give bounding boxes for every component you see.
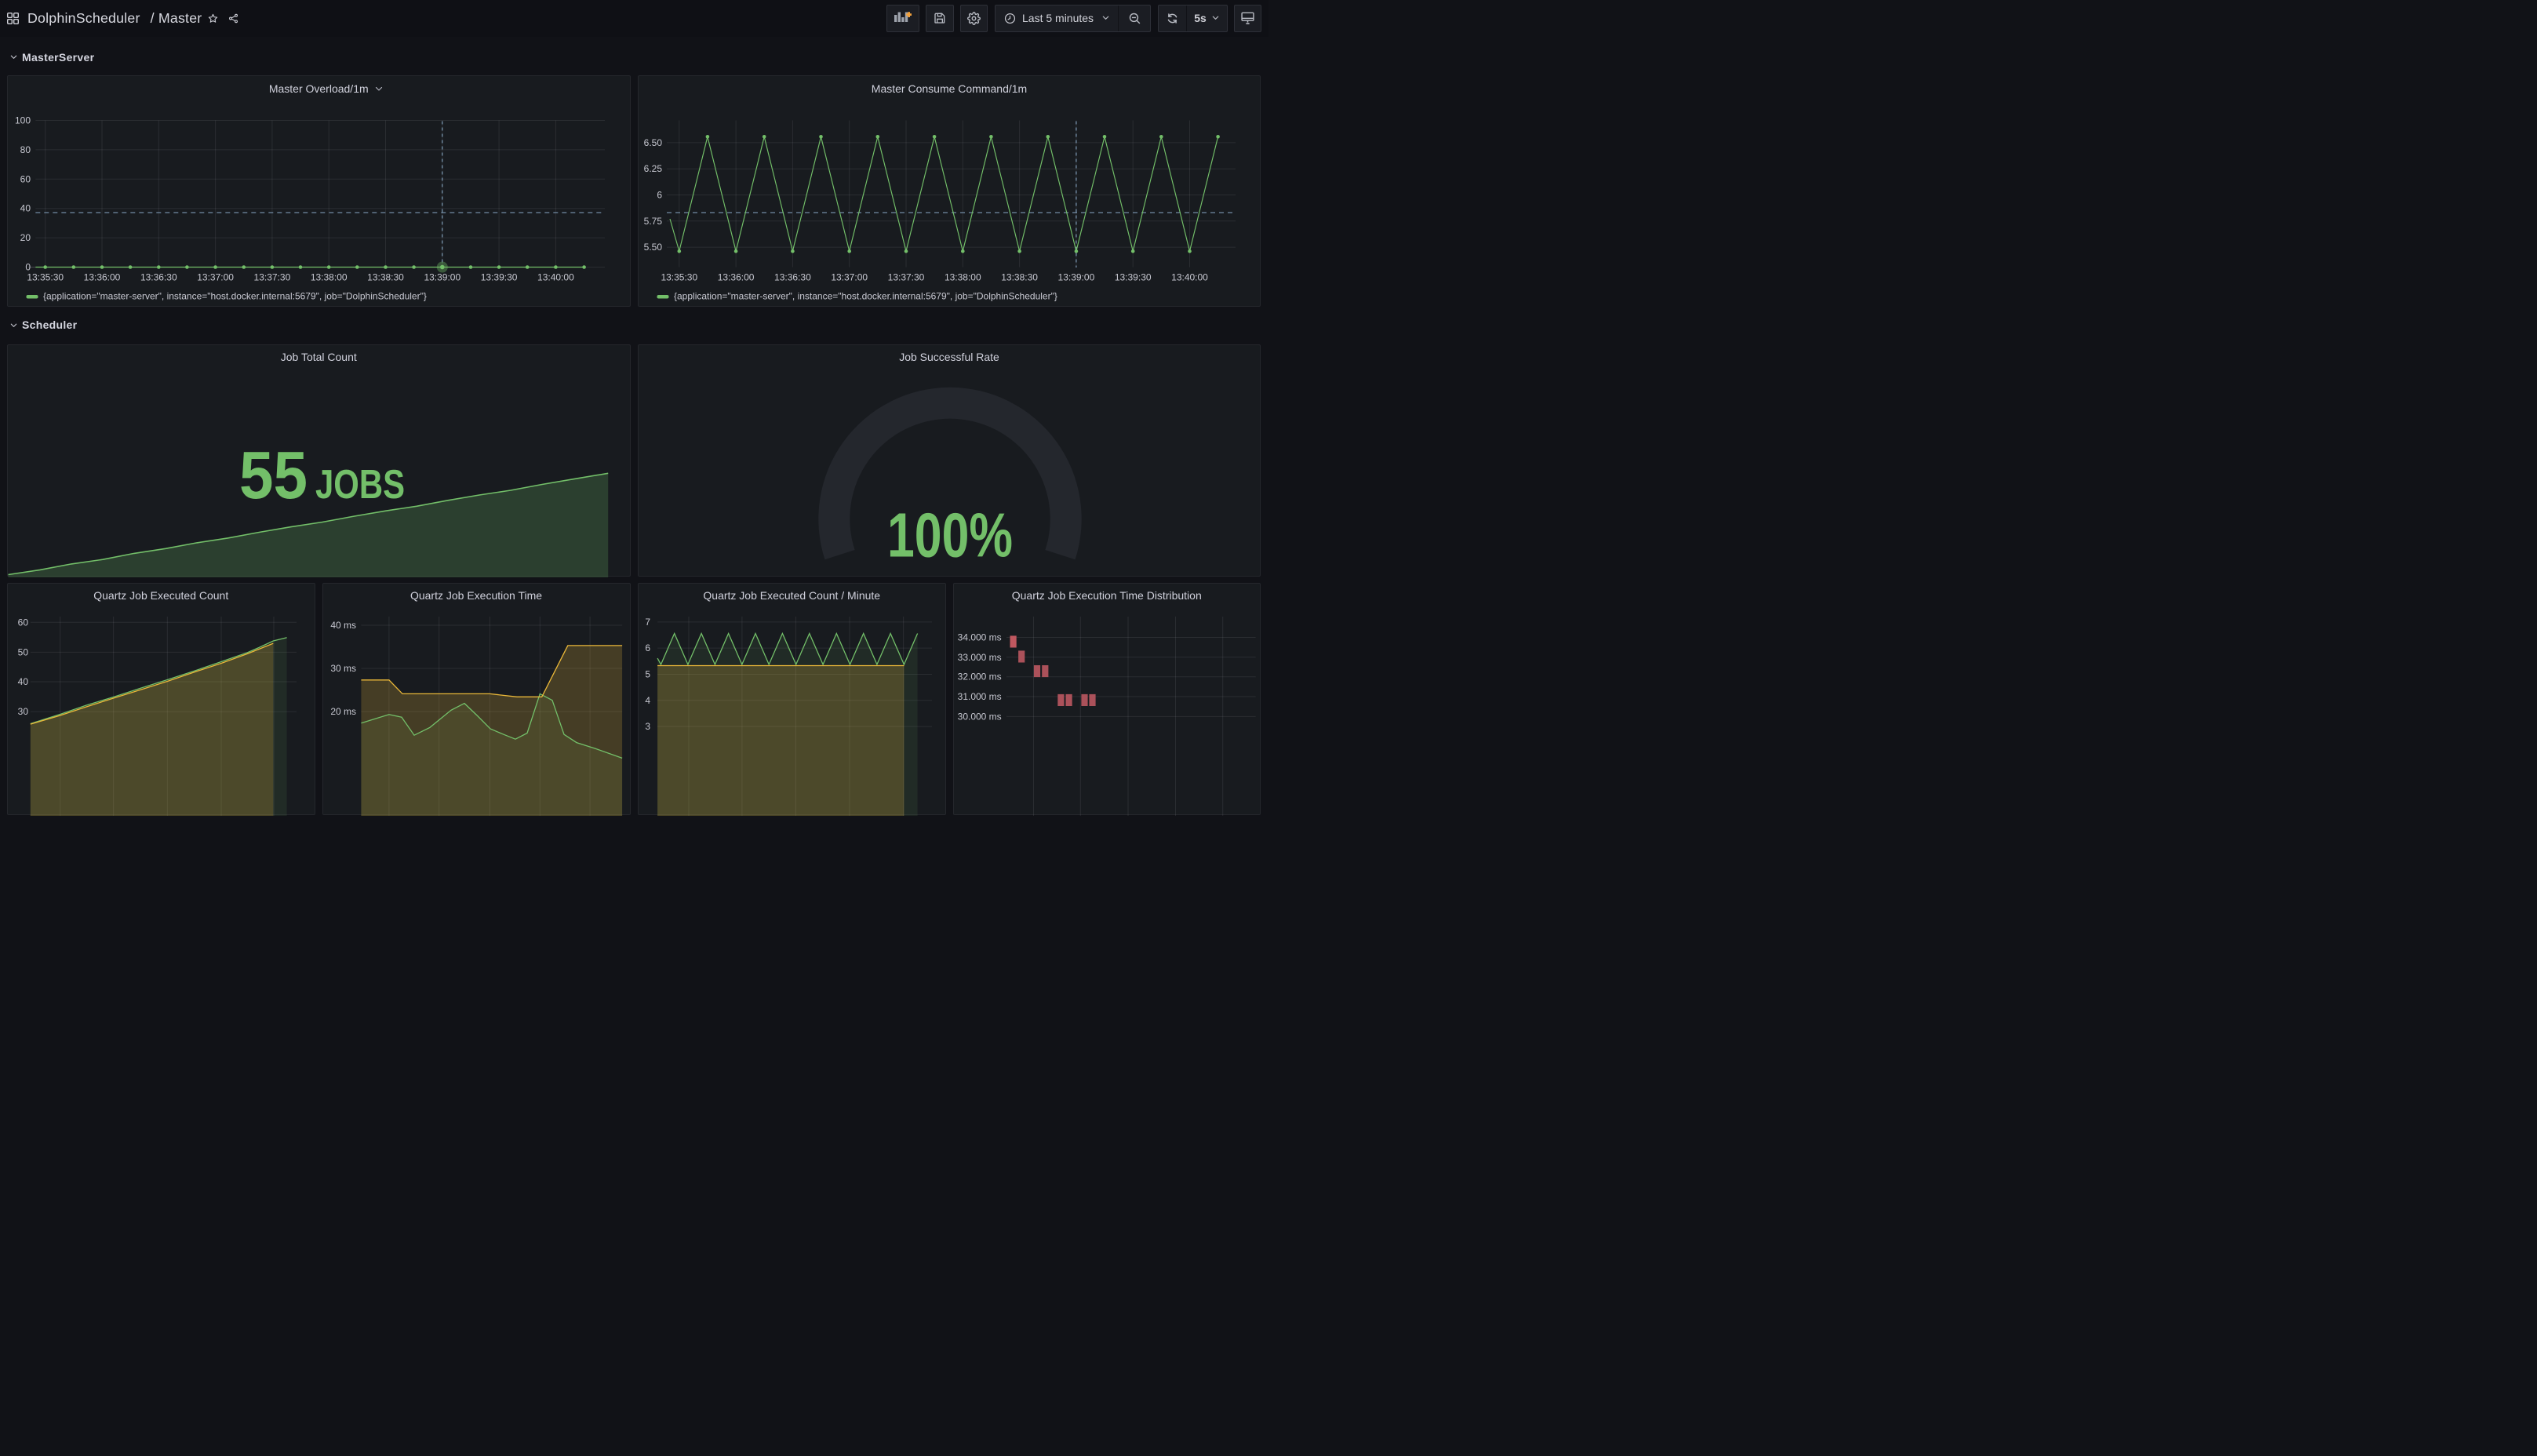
svg-text:20: 20: [20, 232, 31, 243]
svg-text:13:39:30: 13:39:30: [481, 272, 518, 283]
svg-text:50: 50: [18, 646, 29, 657]
svg-text:20 ms: 20 ms: [330, 706, 356, 717]
svg-text:13:37:00: 13:37:00: [197, 272, 234, 283]
svg-text:13:37:00: 13:37:00: [831, 272, 868, 283]
svg-text:13:38:00: 13:38:00: [311, 272, 348, 283]
svg-text:JOBS: JOBS: [315, 462, 405, 508]
svg-text:40: 40: [20, 203, 31, 214]
svg-text:7: 7: [645, 616, 650, 627]
svg-text:13:36:30: 13:36:30: [774, 272, 811, 283]
svg-text:60: 60: [18, 617, 29, 628]
svg-text:80: 80: [20, 144, 31, 155]
svg-text:5.50: 5.50: [644, 242, 663, 253]
svg-text:{application="master-server",: {application="master-server", instance="…: [674, 291, 1057, 302]
svg-text:13:35:30: 13:35:30: [27, 272, 64, 283]
svg-text:13:40:00: 13:40:00: [1171, 272, 1208, 283]
svg-text:31.000 ms: 31.000 ms: [957, 691, 1001, 702]
svg-text:30 ms: 30 ms: [330, 663, 356, 674]
svg-text:34.000 ms: 34.000 ms: [957, 632, 1001, 642]
svg-text:100: 100: [15, 115, 31, 126]
svg-text:13:37:30: 13:37:30: [888, 272, 925, 283]
svg-text:13:39:30: 13:39:30: [1115, 272, 1152, 283]
svg-text:32.000 ms: 32.000 ms: [957, 671, 1001, 682]
svg-text:40 ms: 40 ms: [330, 620, 356, 631]
svg-text:30: 30: [18, 706, 29, 717]
svg-text:4: 4: [645, 694, 650, 705]
svg-text:13:35:30: 13:35:30: [661, 272, 697, 283]
svg-text:100%: 100%: [887, 500, 1013, 570]
svg-text:6: 6: [657, 190, 662, 201]
svg-text:13:39:00: 13:39:00: [1058, 272, 1095, 283]
svg-text:6: 6: [645, 642, 650, 653]
svg-text:55: 55: [239, 439, 308, 513]
svg-text:5.75: 5.75: [644, 216, 663, 227]
svg-text:6.25: 6.25: [644, 163, 663, 174]
svg-text:13:39:00: 13:39:00: [424, 272, 460, 283]
svg-text:13:36:30: 13:36:30: [140, 272, 177, 283]
svg-text:13:37:30: 13:37:30: [254, 272, 291, 283]
svg-text:13:36:00: 13:36:00: [718, 272, 755, 283]
svg-text:30.000 ms: 30.000 ms: [957, 711, 1001, 722]
svg-text:5: 5: [645, 668, 650, 679]
svg-text:13:38:30: 13:38:30: [1001, 272, 1038, 283]
svg-text:40: 40: [18, 676, 29, 687]
svg-text:13:40:00: 13:40:00: [537, 272, 574, 283]
svg-text:6.50: 6.50: [644, 137, 663, 148]
svg-text:33.000 ms: 33.000 ms: [957, 651, 1001, 662]
svg-text:3: 3: [645, 721, 650, 732]
svg-text:60: 60: [20, 173, 31, 184]
svg-text:{application="master-server",: {application="master-server", instance="…: [43, 291, 427, 302]
svg-text:13:38:30: 13:38:30: [367, 272, 404, 283]
svg-text:13:36:00: 13:36:00: [84, 272, 121, 283]
svg-text:13:38:00: 13:38:00: [945, 272, 981, 283]
